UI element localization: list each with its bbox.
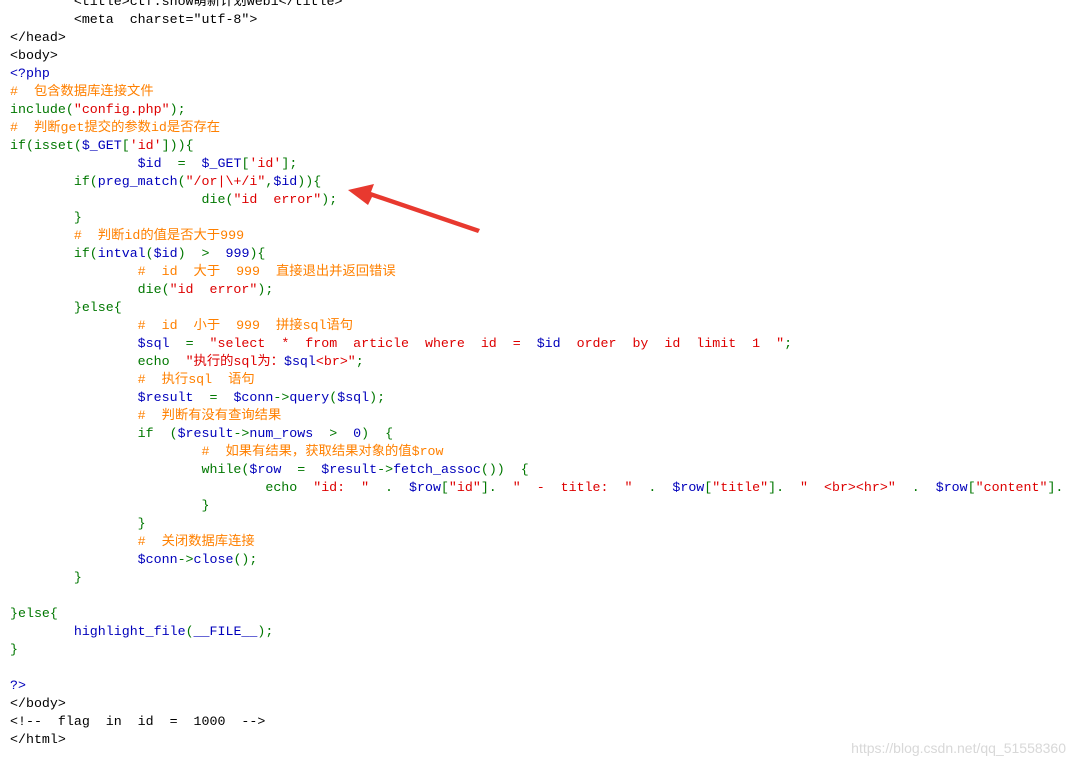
red-arrow-annotation [348, 184, 480, 233]
watermark: https://blog.csdn.net/qq_51558360 [851, 740, 1066, 756]
arrow-shape [348, 184, 480, 233]
